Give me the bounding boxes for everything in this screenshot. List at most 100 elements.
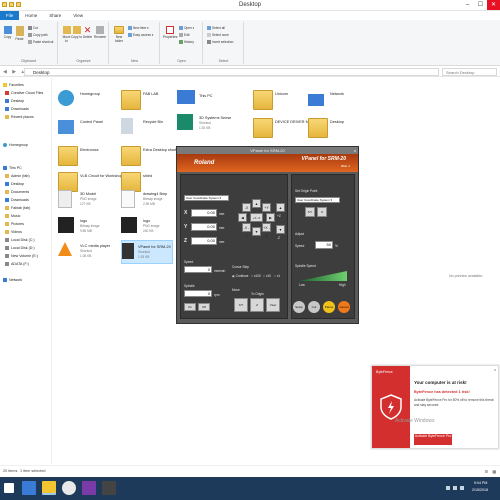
pause-button[interactable]: Pause [323, 301, 335, 313]
jog-y-plus-button[interactable]: ▲ [252, 199, 261, 208]
jog-x-minus-button[interactable]: ◀ [238, 213, 247, 222]
easy-access-button[interactable]: Easy access ▾ [128, 33, 153, 38]
history-button[interactable]: History [179, 40, 194, 45]
ie-icon[interactable] [22, 481, 36, 495]
delete-button[interactable]: ✕ Delete [82, 26, 93, 40]
nav-thispc-item[interactable]: Documents [5, 190, 29, 195]
invert-selection-button[interactable]: Invert selection [207, 40, 233, 45]
jog-y-minus-x-plus-button[interactable]: +X -Y [262, 223, 271, 238]
rename-button[interactable]: Rename [93, 26, 107, 39]
jog-z-minus-button[interactable]: ▼ [276, 225, 285, 234]
clock-date[interactable]: 2/15/2018 [472, 488, 488, 492]
large-icons-view-icon[interactable]: ▦ [492, 469, 496, 474]
coordinate-system-select[interactable]: User Coordinate System ▾ [184, 195, 229, 201]
cancel-button[interactable]: Cancel [338, 301, 350, 313]
close-button[interactable]: ✕ [487, 0, 500, 10]
nav-desktop[interactable]: Desktop [5, 99, 24, 104]
onenote-icon[interactable] [82, 481, 96, 495]
cursor-step-x10[interactable]: ○ x10 [263, 274, 271, 278]
setup-button[interactable]: Setup [293, 301, 305, 313]
move-view-button[interactable]: View [266, 298, 280, 312]
jog-center-button[interactable]: +X -X [250, 213, 263, 222]
file-item[interactable]: This PC [177, 84, 241, 112]
maximize-button[interactable]: ☐ [474, 0, 487, 10]
paste-shortcut-button[interactable]: Paste shortcut [28, 40, 53, 45]
file-item[interactable]: Network [308, 88, 398, 114]
new-item-button[interactable]: New item ▾ [128, 26, 149, 31]
nav-thispc-item[interactable]: Local Disk (C:) [5, 238, 35, 243]
jog-y-minus-button[interactable]: ▼ [252, 227, 261, 236]
spindle-on-button[interactable]: On [184, 303, 196, 311]
pin-button[interactable]: Copy [2, 26, 13, 39]
jog-y-minus-x-minus-button[interactable]: -X -Y [242, 223, 251, 238]
tab-view[interactable]: View [67, 11, 89, 20]
start-icon[interactable] [4, 483, 14, 493]
address-bar[interactable]: Desktop [24, 68, 439, 76]
cursor-step-x1[interactable]: ○ x1 [274, 274, 280, 278]
nav-thispc-item[interactable]: Fablab (fab) [5, 206, 30, 211]
nav-thispc-item[interactable]: Admin (fab) [5, 174, 30, 179]
move-xy-button[interactable]: X/Y [234, 298, 248, 312]
cut-button[interactable]: Cut [28, 26, 38, 31]
nav-thispc-item[interactable]: Desktop [5, 182, 24, 187]
tray-arrow-icon[interactable] [446, 486, 450, 490]
nav-thispc[interactable]: This PC [3, 166, 22, 171]
file-name: VPanel for SRM-20 [138, 245, 171, 249]
jog-z-plus-button[interactable]: ▲ [276, 203, 285, 212]
nav-recent[interactable]: Recent places [5, 115, 34, 120]
details-view-icon[interactable]: ☰ [485, 469, 488, 474]
set-origin-xy-button[interactable]: X/Y [305, 207, 315, 217]
new-folder-button[interactable]: New folder [112, 26, 126, 43]
select-all-button[interactable]: Select all [207, 26, 225, 31]
chrome-icon[interactable] [62, 481, 76, 495]
tab-share[interactable]: Share [43, 11, 67, 20]
nav-thispc-item[interactable]: ADATA (F:) [5, 262, 29, 267]
nav-network[interactable]: Network [3, 278, 22, 283]
copy-path-button[interactable]: Copy path [28, 33, 48, 38]
file-item[interactable]: Desktop [308, 116, 398, 142]
cut-button[interactable]: Cut [308, 301, 320, 313]
nav-thispc-item[interactable]: Local Disk (D:) [5, 246, 35, 251]
cursor-step-x100[interactable]: ○ x100 [251, 274, 261, 278]
origin-coordinate-select[interactable]: User Coordinate System ▾ [295, 197, 340, 203]
minimize-button[interactable]: – [461, 0, 474, 10]
open-button[interactable]: Open ▾ [179, 26, 194, 31]
jog-y-plus-x-minus-button[interactable]: -X +Y [242, 203, 251, 218]
nav-thispc-item[interactable]: Music [5, 214, 20, 219]
volume-icon[interactable] [460, 486, 464, 490]
nav-favorites[interactable]: Favorites [3, 83, 24, 88]
network-tray-icon[interactable] [453, 486, 457, 490]
vpanel-taskbar-icon[interactable] [102, 481, 116, 495]
slider-high-label: High [339, 283, 346, 287]
clock-time[interactable]: 9:04 PM [474, 481, 487, 485]
file-item-selected[interactable]: VPanel for SRM-20 Shortcut 1.93 KB [121, 240, 173, 264]
edit-button[interactable]: Edit [179, 33, 190, 38]
ad-close-button[interactable]: x [494, 367, 496, 372]
select-none-button[interactable]: Select none [207, 33, 229, 38]
vpanel-close-button[interactable]: x [354, 147, 356, 154]
nav-thispc-item[interactable]: New Volume (E:) [5, 254, 38, 259]
nav-thispc-item[interactable]: Downloads [5, 198, 29, 203]
properties-button[interactable]: Properties [163, 26, 178, 39]
nav-downloads[interactable]: Downloads [5, 107, 29, 112]
nav-creative-cloud[interactable]: Creative Cloud Files [5, 91, 43, 96]
set-origin-z-button[interactable]: Z [317, 207, 327, 217]
nav-thispc-item[interactable]: Pictures [5, 222, 24, 227]
file-explorer-icon[interactable] [42, 481, 56, 495]
file-name: 3D Systems Sense [199, 116, 232, 120]
search-input[interactable]: Search Desktop [442, 68, 497, 76]
cursor-step-continue[interactable]: ◉ Continue [232, 274, 248, 278]
nav-arrows[interactable]: ◀ ▶ ▴ [3, 69, 26, 75]
jog-x-plus-button[interactable]: ▶ [266, 213, 275, 222]
activate-bytefence-button[interactable]: Activate ByteFence Pro [414, 434, 452, 445]
nav-homegroup[interactable]: Homegroup [3, 143, 28, 148]
nav-thispc-item[interactable]: Videos [5, 230, 22, 235]
move-z-button[interactable]: Z [250, 298, 264, 312]
adjust-speed-value[interactable]: 50 [315, 241, 333, 249]
paste-button[interactable]: Paste [14, 26, 25, 41]
jog-y-plus-x-plus-button[interactable]: +Y +X [262, 203, 271, 218]
spindle-off-button[interactable]: Off [198, 303, 210, 311]
tab-home[interactable]: Home [19, 11, 43, 20]
tab-file[interactable]: File [0, 11, 20, 20]
copy-to-button[interactable]: Copy to [71, 26, 82, 39]
